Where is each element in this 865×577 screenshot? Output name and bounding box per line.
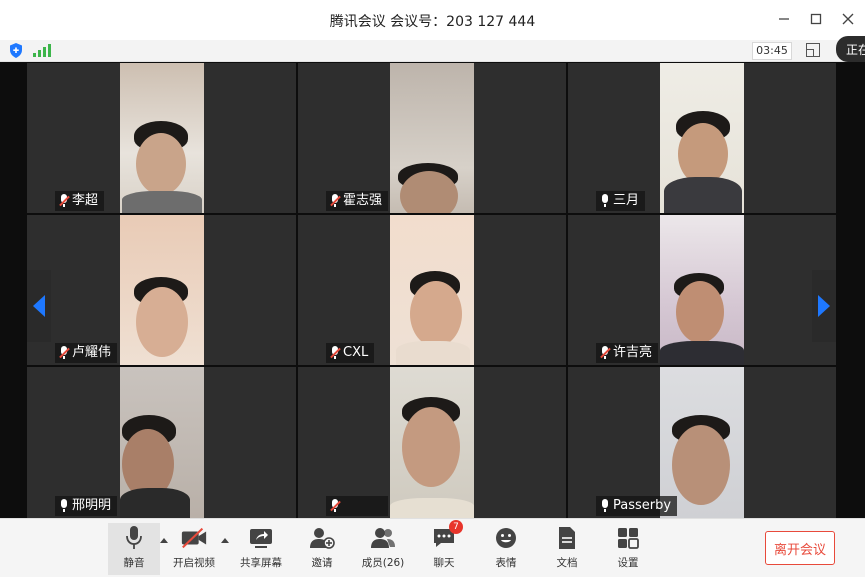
close-icon[interactable] <box>839 8 857 30</box>
mic-icon <box>600 499 610 513</box>
window-title: 腾讯会议 会议号：203 127 444 <box>329 14 536 30</box>
participant-tile[interactable]: Passerby <box>568 367 836 518</box>
docs-label: 文档 <box>556 557 578 569</box>
invite-label: 邀请 <box>311 557 333 569</box>
participant-name-tag: CXL <box>326 343 375 363</box>
speaking-indicator: 正在 <box>836 36 865 62</box>
minimize-icon[interactable] <box>775 8 793 30</box>
participant-name-tag: 卢耀伟 <box>55 343 118 363</box>
participant-name: 三月 <box>613 193 640 208</box>
members-icon <box>369 523 397 553</box>
participant-video <box>120 63 204 213</box>
participant-name-tag: 邢明明 <box>55 496 118 516</box>
participant-video <box>660 215 744 365</box>
mute-label: 静音 <box>123 557 145 569</box>
mic-icon <box>59 499 69 513</box>
participant-name: CXL <box>343 345 369 360</box>
share-screen-icon <box>247 523 275 553</box>
participant-name-tag: 霍志强 <box>326 191 389 211</box>
leave-meeting-button[interactable]: 离开会议 <box>765 531 835 565</box>
docs-button[interactable]: 文档 <box>541 523 593 575</box>
settings-grid-icon <box>614 523 642 553</box>
participant-tile[interactable] <box>298 367 566 518</box>
chat-button[interactable]: 7 聊天 <box>418 520 470 575</box>
emoji-button[interactable]: 表情 <box>480 523 532 575</box>
participant-tile[interactable]: 邢明明 <box>27 367 296 518</box>
document-icon <box>553 523 581 553</box>
microphone-icon <box>120 523 148 553</box>
mic-muted-icon <box>600 346 611 360</box>
participant-name-tag: 三月 <box>596 191 646 211</box>
chat-unread-badge: 7 <box>449 520 463 534</box>
maximize-icon[interactable] <box>807 8 825 30</box>
participant-tile[interactable]: 卢耀伟 <box>27 215 296 365</box>
chat-icon: 7 <box>430 520 463 553</box>
participant-video <box>120 367 204 518</box>
mic-muted-icon <box>330 194 341 208</box>
participant-video <box>390 63 474 213</box>
participant-tile[interactable]: CXL <box>298 215 566 365</box>
security-shield-icon[interactable] <box>9 43 23 58</box>
chat-label: 聊天 <box>433 557 455 569</box>
participant-tile[interactable]: 霍志强 <box>298 63 566 213</box>
emoji-icon <box>492 523 520 553</box>
meeting-toolbar: 静音 开启视频 共享屏幕 邀请 成员(26) 7 聊天 表情 文档 设置 离开会… <box>0 518 865 577</box>
participant-video <box>390 367 474 518</box>
chevron-left-icon <box>33 295 45 317</box>
status-bar: 03:45 <box>0 40 865 62</box>
participant-name: Passerby <box>613 498 672 513</box>
mic-muted-icon <box>59 346 70 360</box>
participant-tile[interactable]: 李超 <box>27 63 296 213</box>
start-video-button[interactable]: 开启视频 <box>168 523 220 575</box>
participant-video <box>660 63 744 213</box>
share-screen-label: 共享屏幕 <box>240 557 282 569</box>
video-off-icon <box>180 523 208 553</box>
signal-strength-icon[interactable] <box>33 44 51 57</box>
members-label: 成员(26) <box>361 557 405 569</box>
prev-page-button[interactable] <box>27 270 51 342</box>
invite-button[interactable]: 邀请 <box>296 523 348 575</box>
meeting-timer: 03:45 <box>752 42 792 60</box>
participant-name: 李超 <box>72 193 99 208</box>
audio-options-caret[interactable] <box>160 538 168 543</box>
mic-muted-icon <box>59 194 70 208</box>
chevron-right-icon <box>818 295 830 317</box>
video-options-caret[interactable] <box>221 538 229 543</box>
share-screen-button[interactable]: 共享屏幕 <box>235 523 287 575</box>
participant-name: 卢耀伟 <box>72 345 112 360</box>
layout-toggle-icon[interactable] <box>806 43 820 57</box>
add-user-icon <box>308 523 336 553</box>
participant-name-tag: 李超 <box>55 191 105 211</box>
emoji-label: 表情 <box>495 557 517 569</box>
settings-label: 设置 <box>617 557 639 569</box>
mic-muted-icon <box>330 499 341 513</box>
participant-tile[interactable]: 许吉亮 <box>568 215 836 365</box>
participant-video <box>390 215 474 365</box>
participant-tile[interactable]: 三月 <box>568 63 836 213</box>
window-controls <box>775 8 857 30</box>
participant-name: 许吉亮 <box>613 345 653 360</box>
mic-icon <box>600 194 610 208</box>
participant-video <box>120 215 204 365</box>
participant-name-tag: Passerby <box>596 496 678 516</box>
members-button[interactable]: 成员(26) <box>357 523 409 575</box>
start-video-label: 开启视频 <box>173 557 215 569</box>
participant-name: 霍志强 <box>343 193 383 208</box>
participant-name: 邢明明 <box>72 498 112 513</box>
mic-muted-icon <box>330 346 341 360</box>
participant-name-tag <box>326 496 388 516</box>
settings-button[interactable]: 设置 <box>602 523 654 575</box>
video-grid: 李超 霍志强 三月 卢耀伟 CXL 许吉亮 邢明明 Passerby <box>0 62 865 518</box>
participant-name-tag: 许吉亮 <box>596 343 659 363</box>
mute-button[interactable]: 静音 <box>108 523 160 575</box>
next-page-button[interactable] <box>812 270 836 342</box>
title-bar: 腾讯会议 会议号：203 127 444 <box>0 0 865 40</box>
